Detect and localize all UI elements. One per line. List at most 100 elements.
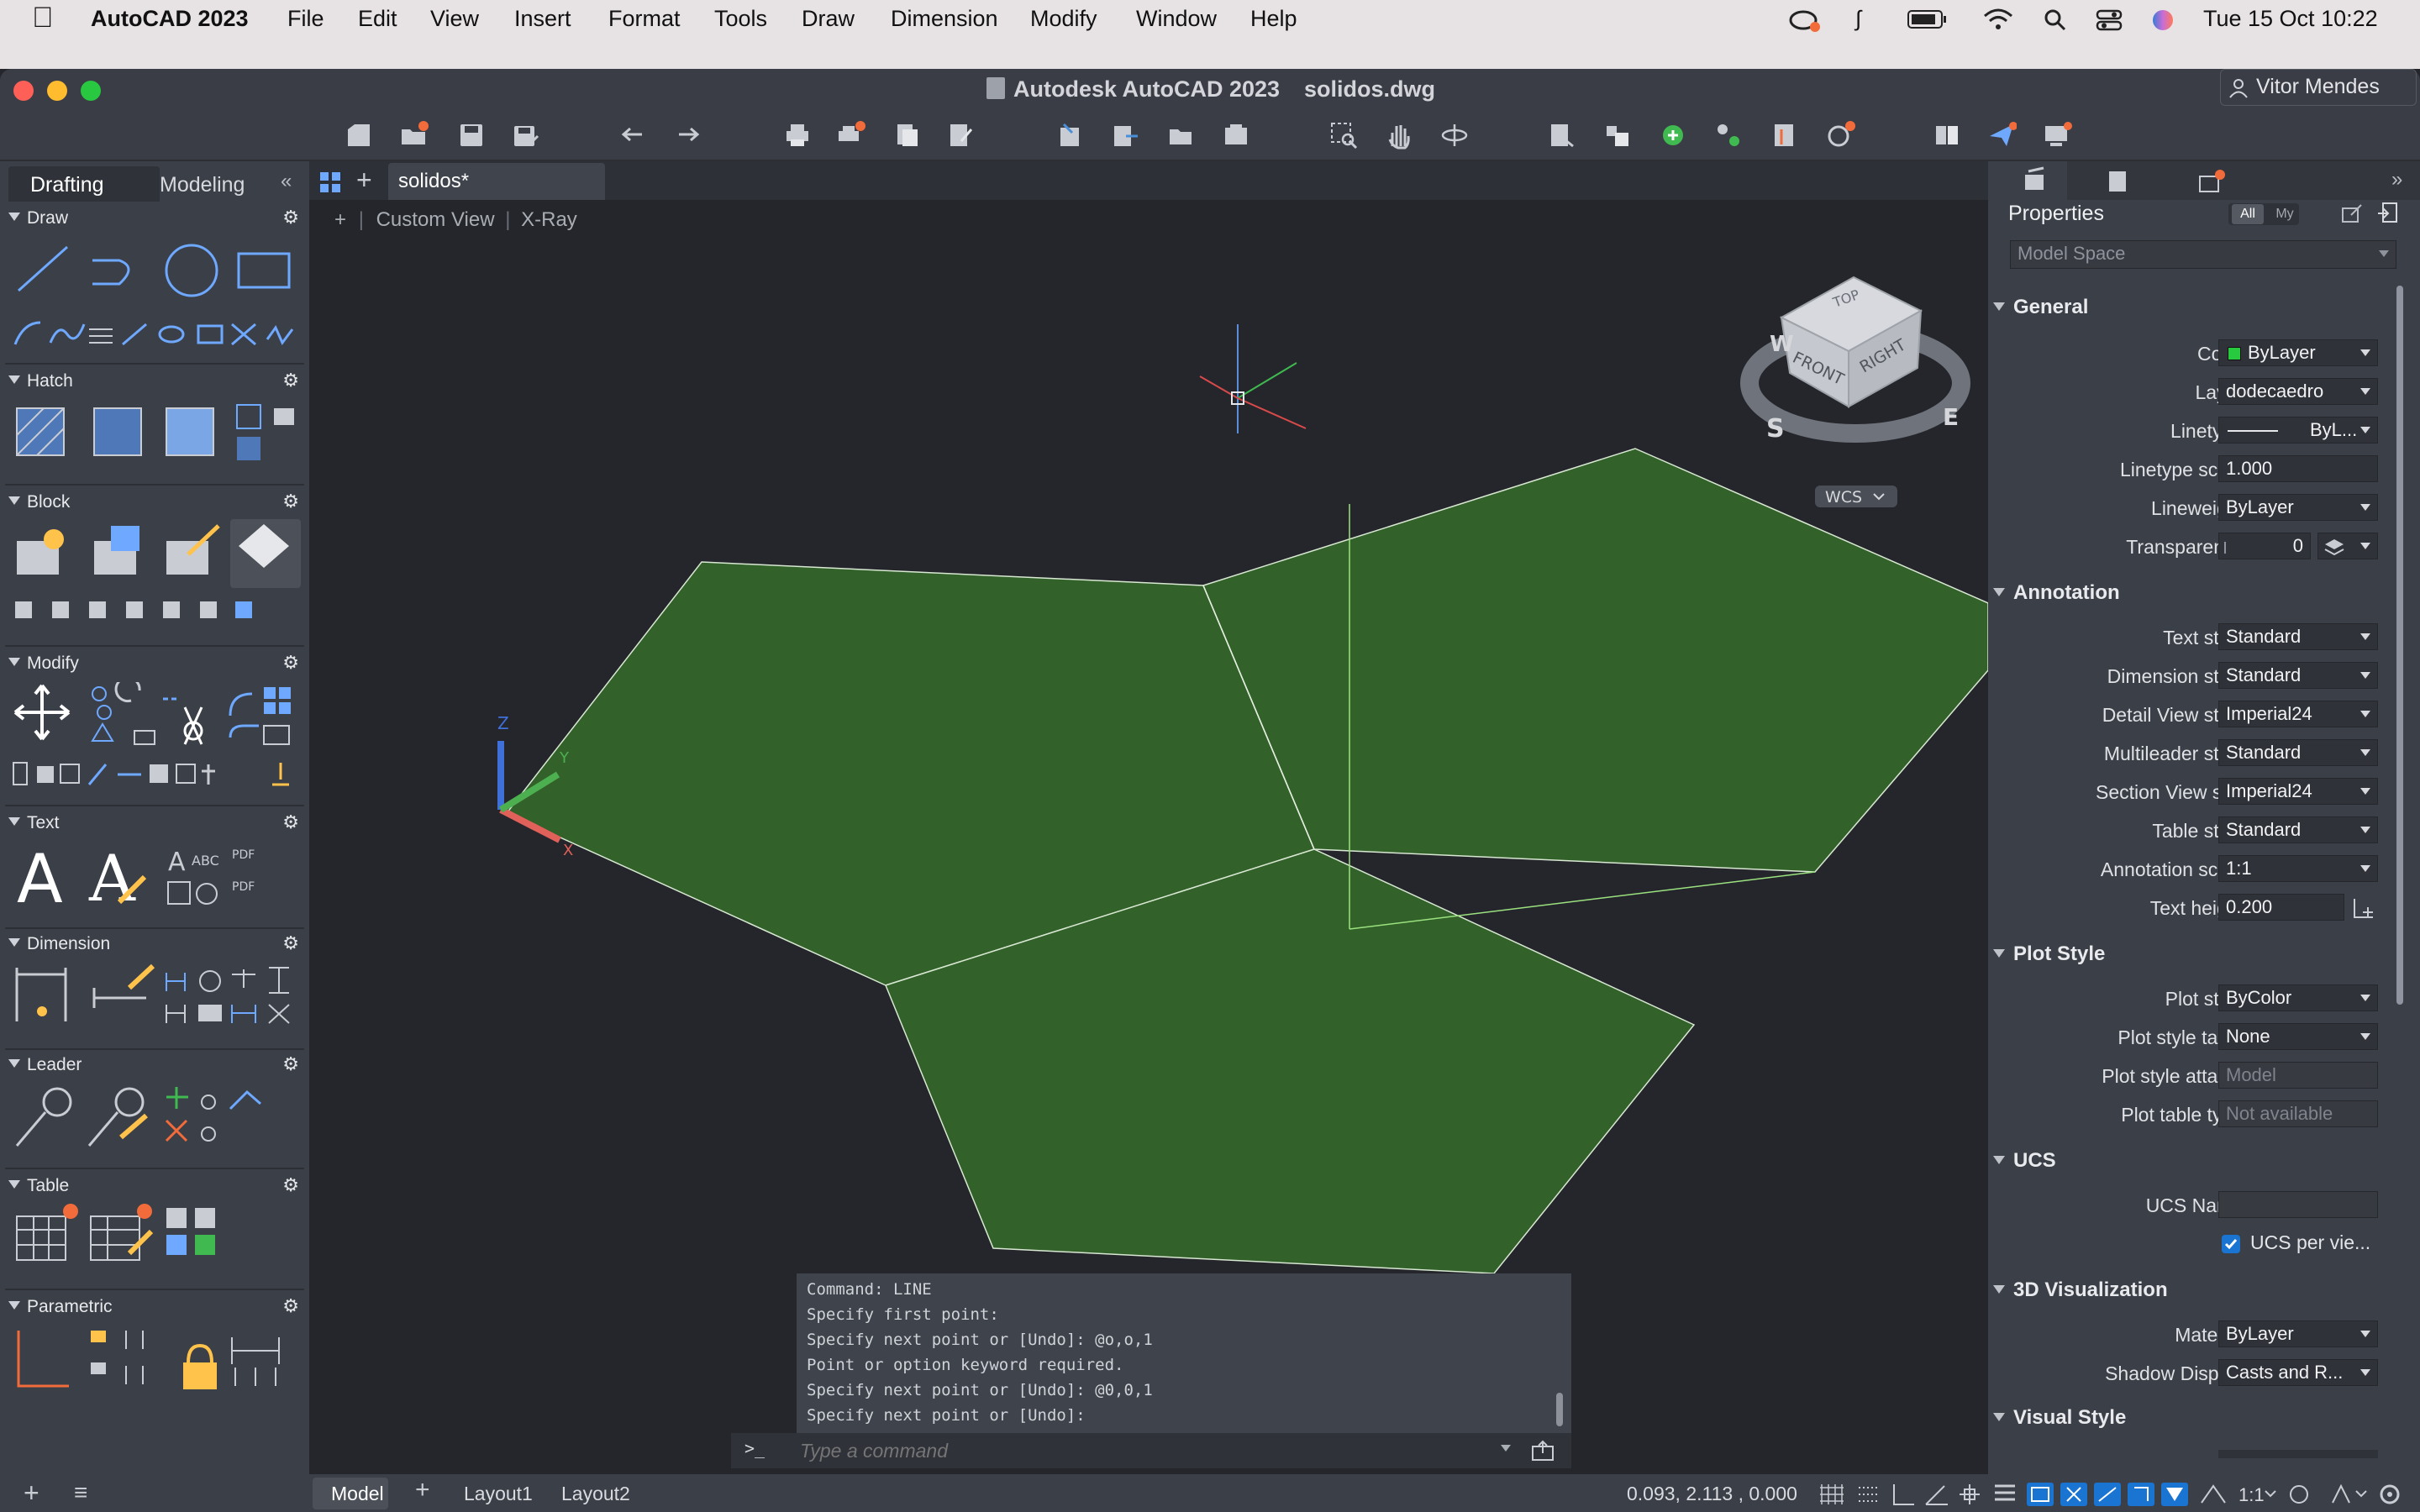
coordinates-readout[interactable]: 0.093, 2.113 , 0.000 [1627,1483,1797,1505]
plot-style-dropdown[interactable]: ByColor [2218,984,2378,1011]
text-height-field[interactable]: 0.200 [2218,894,2344,921]
gear-icon[interactable]: ⚙ [282,932,299,954]
undo-icon[interactable] [618,121,647,150]
clock[interactable]: Tue 15 Oct 10:22 [2203,6,2378,32]
gear-icon[interactable]: ⚙ [282,491,299,512]
match-properties-icon[interactable] [1603,121,1632,150]
batch-plot-icon[interactable] [837,121,865,150]
siri-icon[interactable] [2151,8,2175,32]
view-name-control[interactable]: Custom View [376,208,495,231]
menu-tools[interactable]: Tools [714,6,767,32]
linetype-scale-field[interactable]: 1.000 [2218,455,2378,482]
publish-icon[interactable] [892,121,921,150]
gizmo-icon[interactable] [2201,1484,2226,1504]
menu-edit[interactable]: Edit [358,6,397,32]
polar-toggle-icon[interactable] [1925,1485,1948,1505]
zoom-window-button[interactable] [81,81,101,101]
selection-dropdown[interactable]: Model Space [2010,240,2396,269]
menu-dimension[interactable]: Dimension [891,6,998,32]
menu-help[interactable]: Help [1250,6,1297,32]
command-input[interactable] [798,1436,1470,1465]
workspace-icon[interactable] [2290,1485,2308,1504]
section-leader[interactable]: Leader ⚙ [0,1053,309,1079]
add-layout-icon[interactable]: + [415,1476,430,1504]
select-objects-icon[interactable] [2376,202,2398,225]
group-3d-visualization[interactable]: 3D Visualization [1993,1278,2168,1302]
group-ucs[interactable]: UCS [1993,1149,2056,1173]
apple-icon[interactable]:  [32,2,54,34]
add-palette-icon[interactable]: + [24,1478,39,1509]
layer-properties-icon[interactable] [1548,121,1576,150]
section-draw[interactable]: Draw ⚙ [0,207,309,232]
close-window-button[interactable] [13,81,34,101]
grid-toggle-icon[interactable] [1820,1484,1844,1504]
quick-select-icon[interactable] [2341,203,2363,225]
send-icon[interactable] [1988,121,2017,150]
blocks-tab-icon[interactable] [2196,170,2225,195]
color-dropdown[interactable]: ByLayer [2218,339,2378,366]
pick-point-icon[interactable] [2351,895,2378,921]
section-modify[interactable]: Modify ⚙ [0,652,309,677]
menu-view[interactable]: View [430,6,479,32]
menu-insert[interactable]: Insert [514,6,571,32]
open-file-icon[interactable] [400,121,429,150]
tab-model[interactable]: Model [313,1478,388,1509]
layer-dropdown[interactable]: dodecaedro [2218,378,2378,405]
bluetooth-icon[interactable]: ∫ [1855,6,1861,32]
gear-icon[interactable]: ⚙ [282,652,299,674]
wifi-icon[interactable] [1983,8,2013,31]
new-file-icon[interactable] [345,121,373,150]
monitor-icon[interactable] [2044,121,2072,150]
recent-commands-icon[interactable] [1501,1445,1511,1452]
compare-icon[interactable] [1933,121,1961,150]
transparency-slider[interactable]: 0 [2218,533,2311,559]
annotation-monitor-icon[interactable] [2332,1483,2367,1504]
tab-drafting[interactable]: Drafting [8,166,160,202]
creative-cloud-icon[interactable] [1788,7,1822,34]
lineweight-toggle-icon[interactable] [1995,1484,2015,1501]
osnap-toggle-icon[interactable] [1960,1484,1980,1504]
expand-panel-icon[interactable]: » [2391,168,2402,192]
minimize-window-button[interactable] [47,81,67,101]
filter-my-button[interactable]: My [2270,204,2299,224]
section-table[interactable]: Table ⚙ [0,1174,309,1200]
redo-icon[interactable] [674,121,702,150]
tab-solidos[interactable]: solidos* [388,163,605,200]
gear-icon[interactable]: ⚙ [282,370,299,391]
menu-window[interactable]: Window [1136,6,1217,32]
gear-icon[interactable]: ⚙ [282,207,299,228]
render-icon[interactable] [1659,121,1687,150]
gear-icon[interactable]: ⚙ [282,1174,299,1196]
ortho-toggle-icon[interactable] [1893,1484,1914,1505]
etransmit-icon[interactable] [1222,121,1250,150]
dimension-style-dropdown[interactable]: Standard [2218,662,2378,689]
properties-scrollbar[interactable] [2396,286,2403,1005]
settings-gear-icon[interactable] [2380,1484,2400,1504]
group-plot-style[interactable]: Plot Style [1993,942,2105,966]
grid-view-icon[interactable] [319,171,341,193]
layers-tab-icon[interactable] [2106,168,2131,193]
section-dimension[interactable]: Dimension ⚙ [0,932,309,958]
viewcube[interactable]: TOP FRONT RIGHT W S E WCS [1740,276,1970,507]
tab-layout2[interactable]: Layout2 [561,1483,630,1505]
control-center-icon[interactable] [2096,8,2123,32]
command-customize-icon[interactable] [1531,1440,1555,1462]
tab-layout1[interactable]: Layout1 [464,1483,533,1505]
group-annotation[interactable]: Annotation [1993,581,2120,605]
table-style-dropdown[interactable]: Standard [2218,816,2378,843]
new-tab-icon[interactable]: + [356,165,372,196]
zoom-window-icon[interactable] [1329,121,1358,150]
multileader-style-dropdown[interactable]: Standard [2218,739,2378,766]
group-visual-style[interactable]: Visual Style [1993,1406,2126,1430]
visual-style-control[interactable]: X-Ray [521,208,577,231]
detail-view-style-dropdown[interactable]: Imperial24 [2218,701,2378,727]
pan-hand-icon[interactable] [1385,121,1413,150]
section-view-style-dropdown[interactable]: Imperial24 [2218,778,2378,805]
command-scrollbar[interactable] [1556,1393,1563,1426]
app-menu[interactable]: AutoCAD 2023 [91,6,249,32]
section-text[interactable]: Text ⚙ [0,811,309,837]
collapse-palette-icon[interactable]: « [281,170,292,193]
save-icon[interactable] [457,121,486,150]
section-block[interactable]: Block ⚙ [0,491,309,516]
battery-icon[interactable] [1907,10,1948,30]
